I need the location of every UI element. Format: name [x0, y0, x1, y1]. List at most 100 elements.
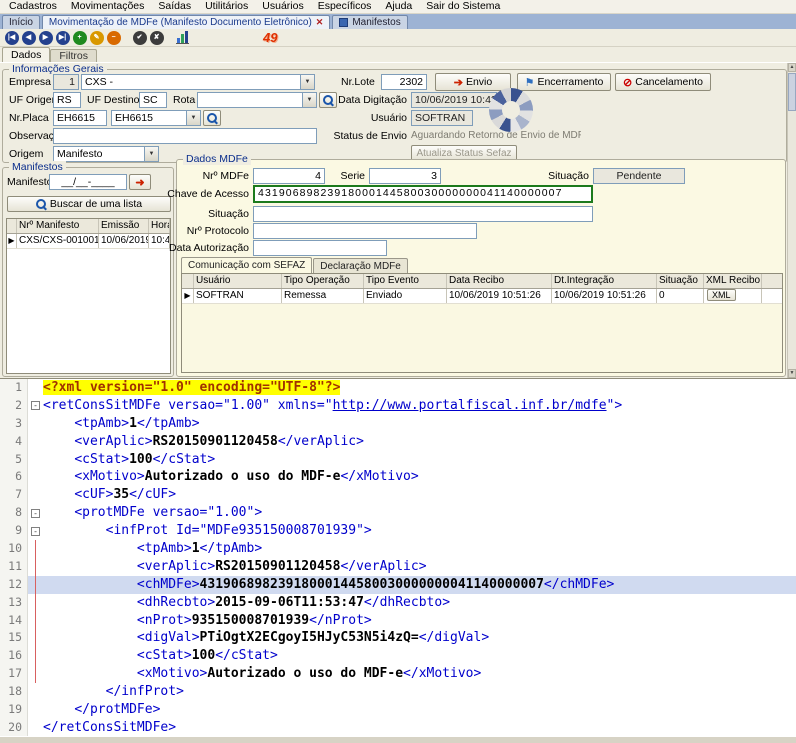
chevron-down-icon[interactable]: ▼ [186, 111, 200, 125]
xml-line[interactable]: 8- <protMDFe versao="1.00"> [0, 504, 796, 522]
xml-line[interactable]: 10 <tpAmb>1</tpAmb> [0, 540, 796, 558]
xml-line[interactable]: 11 <verAplic>RS20150901120458</verAplic> [0, 558, 796, 576]
xml-recibo-button[interactable]: XML [707, 289, 736, 301]
menu-item[interactable]: Movimentações [64, 0, 152, 13]
uf-destino-field[interactable]: SC [139, 92, 167, 108]
origem-label: Origem [9, 146, 43, 162]
xml-line[interactable]: 9- <infProt Id="MDFe935150008701939"> [0, 522, 796, 540]
envio-button[interactable]: ➔ Envio [435, 73, 511, 91]
nrplaca-field[interactable]: EH6615 [53, 110, 107, 126]
nav-next-button[interactable]: ▶ [37, 29, 54, 46]
cancelamento-button[interactable]: ⊘ Cancelamento [615, 73, 711, 91]
scroll-up-icon[interactable]: ▲ [788, 63, 796, 72]
placa-search-button[interactable] [203, 110, 221, 126]
delete-button[interactable]: − [105, 29, 122, 46]
xml-line[interactable]: 18 </infProt> [0, 683, 796, 701]
chevron-down-icon[interactable]: ▼ [300, 75, 314, 89]
scroll-down-icon[interactable]: ▼ [788, 369, 796, 378]
xml-line[interactable]: 12 <chMDFe>43190689823918000144580030000… [0, 576, 796, 594]
fold-collapse-icon[interactable]: - [31, 527, 40, 536]
empresa-combo[interactable]: CXS - ▼ [81, 74, 315, 90]
origem-combo[interactable]: Manifesto ▼ [53, 146, 159, 162]
chevron-down-icon[interactable]: ▼ [302, 93, 316, 107]
menu-item[interactable]: Usuários [255, 0, 310, 13]
protocolo-label: Nrº Protocolo [159, 223, 249, 239]
xml-line[interactable]: 17 <xMotivo>Autorizado o uso do MDF-e</x… [0, 665, 796, 683]
xml-line[interactable]: 6 <xMotivo>Autorizado o uso do MDF-e</xM… [0, 468, 796, 486]
cell: Enviado [364, 289, 447, 303]
xml-line[interactable]: 3 <tpAmb>1</tpAmb> [0, 415, 796, 433]
nav-prior-icon: ◀ [22, 31, 36, 45]
xml-line[interactable]: 16 <cStat>100</cStat> [0, 647, 796, 665]
vertical-scrollbar[interactable]: ▲ ▼ [787, 63, 796, 378]
edit-button[interactable]: ✎ [88, 29, 105, 46]
view-tab[interactable]: Filtros [50, 49, 97, 62]
menu-item[interactable]: Específicos [311, 0, 379, 13]
chave-acesso-field[interactable]: 4319068982391800014458003000000004114000… [253, 185, 593, 203]
delete-icon: − [107, 31, 121, 45]
nav-first-button[interactable]: |◀ [3, 29, 20, 46]
fold-gutter [28, 701, 43, 719]
sefaz-grid[interactable]: UsuárioTipo OperaçãoTipo EventoData Reci… [181, 273, 783, 373]
xml-line[interactable]: 20</retConsSitMDFe> [0, 719, 796, 736]
buscar-lista-button[interactable]: Buscar de uma lista [7, 196, 171, 212]
fold-collapse-icon[interactable]: - [31, 401, 40, 410]
xml-code-text: <chMDFe>43190689823918000144580030000000… [43, 576, 796, 594]
rota-combo[interactable]: ▼ [197, 92, 317, 108]
xml-line[interactable]: 4 <verAplic>RS20150901120458</verAplic> [0, 433, 796, 451]
xml-code-text: <infProt Id="MDFe935150008701939"> [43, 522, 796, 540]
manifestos-grid[interactable]: Nrº ManifestoEmissãoHora▶CXS/CXS-0010010… [6, 218, 171, 374]
window-tab[interactable]: Movimentação de MDFe (Manifesto Document… [42, 15, 330, 29]
manifesto-go-button[interactable]: ➜ [129, 174, 151, 190]
uf-origem-field[interactable]: RS [53, 92, 81, 108]
observacao-field[interactable] [53, 128, 317, 144]
mdfe-tab[interactable]: Declaração MDFe [313, 258, 408, 273]
window-tab[interactable]: Manifestos [332, 15, 407, 29]
xml-line[interactable]: 19 </protMDFe> [0, 701, 796, 719]
view-tab[interactable]: Dados [2, 47, 50, 62]
xml-line[interactable]: 7 <cUF>35</cUF> [0, 486, 796, 504]
nrplaca-label: Nr.Placa [9, 110, 49, 126]
xml-line[interactable]: 15 <digVal>PTiOgtX2ECgoyI5HJyC53N5i4zQ=<… [0, 629, 796, 647]
xml-line[interactable]: 2-<retConsSitMDFe versao="1.00" xmlns="h… [0, 397, 796, 415]
tab-close-icon[interactable]: ✕ [316, 18, 324, 27]
empresa-code-field: 1 [53, 74, 79, 90]
chart-button[interactable] [174, 29, 191, 46]
protocolo-field [253, 223, 477, 239]
xml-line[interactable]: 13 <dhRecbto>2015-09-06T11:53:47</dhRecb… [0, 594, 796, 612]
line-number: 13 [0, 594, 28, 612]
confirm-button[interactable]: ✔ [131, 29, 148, 46]
app-logo-icon: 49 [263, 30, 277, 46]
line-number: 11 [0, 558, 28, 576]
menu-item[interactable]: Cadastros [2, 0, 64, 13]
cancel-button[interactable]: ✘ [148, 29, 165, 46]
fold-collapse-icon[interactable]: - [31, 509, 40, 518]
data-autorizacao-label: Data Autorização [159, 240, 249, 256]
table-row[interactable]: ▶SOFTRANRemessaEnviado10/06/2019 10:51:2… [182, 289, 782, 304]
table-row[interactable]: ▶CXS/CXS-001001010/06/201910:41 [7, 234, 170, 249]
xml-code-text: <cStat>100</cStat> [43, 647, 796, 665]
xml-line[interactable]: 1<?xml version="1.0" encoding="UTF-8"?> [0, 379, 796, 397]
nrlote-field[interactable]: 2302 [381, 74, 427, 90]
nav-last-button[interactable]: ▶| [54, 29, 71, 46]
placa-combo[interactable]: EH6615 ▼ [111, 110, 201, 126]
menu-item[interactable]: Utilitários [198, 0, 255, 13]
mdfe-tab[interactable]: Comunicação com SEFAZ [181, 257, 312, 273]
fold-gutter [28, 683, 43, 701]
encerramento-button[interactable]: ⚑ Encerramento [517, 73, 611, 91]
column-header: Usuário [194, 274, 282, 288]
xml-line[interactable]: 14 <nProt>935150008701939</nProt> [0, 612, 796, 630]
menu-item[interactable]: Saídas [151, 0, 198, 13]
menu-item[interactable]: Sair do Sistema [419, 0, 507, 13]
xml-viewer[interactable]: 1<?xml version="1.0" encoding="UTF-8"?>2… [0, 378, 796, 736]
window-tab[interactable]: Início [2, 15, 40, 29]
xml-code-text: <xMotivo>Autorizado o uso do MDF-e</xMot… [43, 665, 796, 683]
manifesto-mask-field[interactable]: __/__-____ [49, 174, 127, 190]
xml-line[interactable]: 5 <cStat>100</cStat> [0, 451, 796, 469]
insert-button[interactable]: + [71, 29, 88, 46]
manifestos-group: Manifestos Manifesto __/__-____ ➜ Buscar… [2, 167, 174, 377]
chevron-down-icon[interactable]: ▼ [144, 147, 158, 161]
menu-item[interactable]: Ajuda [378, 0, 419, 13]
nav-prior-button[interactable]: ◀ [20, 29, 37, 46]
scrollbar-thumb[interactable] [788, 73, 796, 111]
